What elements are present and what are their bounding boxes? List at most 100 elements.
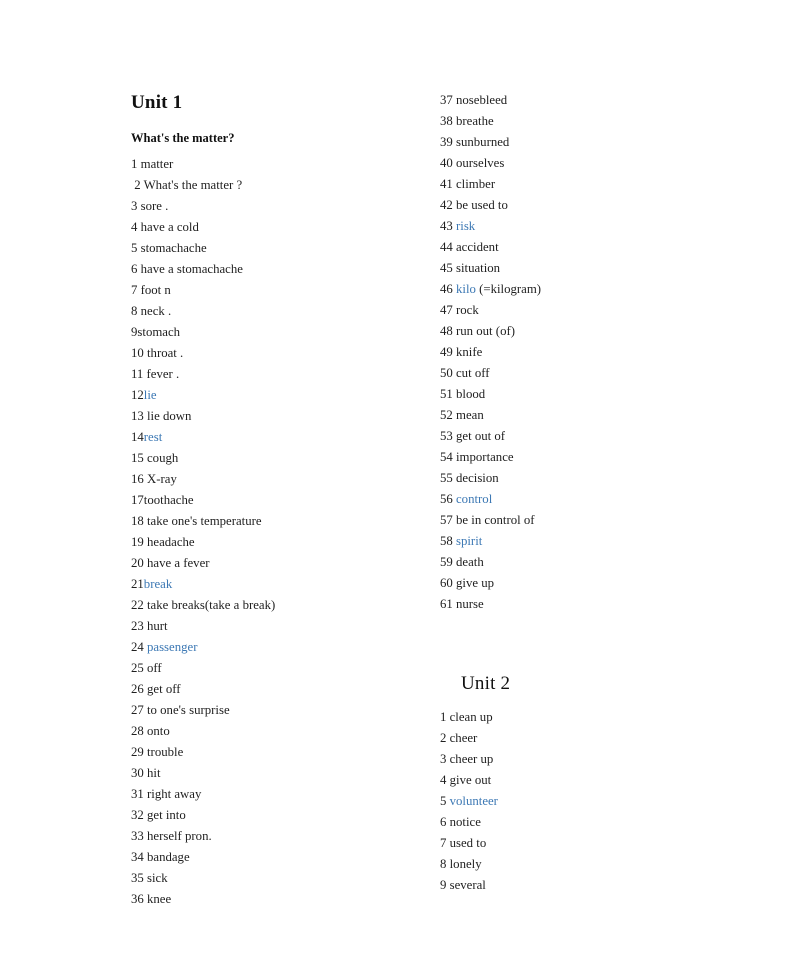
vocab-item-term: cheer	[449, 730, 478, 745]
vocab-item-term: neck .	[140, 303, 172, 318]
vocab-item: 20 have a fever	[131, 553, 431, 574]
vocab-item-number: 5	[131, 240, 141, 255]
unit-1-title: Unit 1	[131, 92, 183, 113]
vocab-item-term: rest	[143, 429, 163, 444]
vocab-item-term: several	[449, 877, 486, 892]
vocab-item-number: 29	[131, 744, 147, 759]
vocab-item-term: volunteer	[449, 793, 498, 808]
vocab-item: 9 several	[440, 875, 740, 896]
vocab-item: 7 used to	[440, 833, 740, 854]
vocab-item-number: 53	[440, 429, 456, 443]
vocab-item-number: 6	[131, 261, 141, 276]
vocab-item-number: 31	[131, 786, 147, 801]
vocab-item-term: run out (of)	[456, 324, 515, 338]
vocab-item: 12lie	[131, 385, 431, 406]
vocab-item-number: 9	[440, 877, 450, 892]
vocab-item-term: get off	[147, 681, 181, 696]
vocab-item-term: cough	[147, 450, 179, 465]
vocab-item: 52 mean	[440, 405, 740, 426]
vocab-item-term: lie	[143, 387, 157, 402]
vocab-item: 1 clean up	[440, 707, 740, 728]
vocab-item-number: 52	[440, 408, 456, 422]
vocab-item-number: 26	[131, 681, 147, 696]
vocab-item-number: 7	[440, 835, 450, 850]
vocab-item: 30 hit	[131, 763, 431, 784]
vocab-item-number: 49	[440, 345, 456, 359]
vocab-item-number: 27	[131, 702, 147, 717]
vocab-item-number: 28	[131, 723, 147, 738]
vocab-item: 4 give out	[440, 770, 740, 791]
vocab-item-term: cheer up	[449, 751, 494, 766]
left-column: Unit 1 What's the matter? 1 matter 2 Wha…	[131, 92, 431, 910]
vocab-item-number: 37	[440, 93, 456, 107]
vocab-item-number: 3	[440, 751, 450, 766]
vocab-item-number: 2	[131, 177, 144, 192]
vocab-item-term: onto	[147, 723, 170, 738]
vocab-item-term: take breaks(take a break)	[147, 597, 276, 612]
vocab-item-term: to one's surprise	[147, 702, 230, 717]
vocab-item-term: get out of	[456, 429, 506, 443]
right-column: 37 nosebleed 38 breathe 39 sunburned 40 our…	[440, 90, 740, 896]
vocab-item: 36 knee	[131, 889, 431, 910]
vocab-item-term: spirit	[456, 534, 483, 548]
vocab-item: 50 cut off	[440, 363, 740, 384]
vocab-item: 47 rock	[440, 300, 740, 321]
vocab-item-term: situation	[456, 261, 501, 275]
vocab-item-term: breathe	[456, 114, 494, 128]
vocab-item: 3 cheer up	[440, 749, 740, 770]
vocab-item-number: 39	[440, 135, 456, 149]
vocab-item: 14rest	[131, 427, 431, 448]
vocab-item: 40 ourselves	[440, 153, 740, 174]
vocab-item: 48 run out (of)	[440, 321, 740, 342]
vocab-item: 60 give up	[440, 573, 740, 594]
vocab-item: 32 get into	[131, 805, 431, 826]
vocab-item: 55 decision	[440, 468, 740, 489]
vocab-item-number: 17	[131, 492, 144, 507]
vocab-item: 8 neck .	[131, 301, 431, 322]
vocab-item-number: 14	[131, 429, 144, 444]
vocab-item: 59 death	[440, 552, 740, 573]
vocab-item-number: 46	[440, 282, 456, 296]
vocab-item-number: 43	[440, 219, 456, 233]
vocab-item-number: 13	[131, 408, 147, 423]
vocab-item: 57 be in control of	[440, 510, 740, 531]
vocab-item-term: rock	[456, 303, 479, 317]
vocab-item: 19 headache	[131, 532, 431, 553]
document-page: Unit 1 What's the matter? 1 matter 2 Wha…	[0, 0, 800, 977]
vocab-item-number: 16	[131, 471, 147, 486]
vocab-item: 21break	[131, 574, 431, 595]
vocab-item-number: 36	[131, 891, 147, 906]
vocab-item: 42 be used to	[440, 195, 740, 216]
vocab-item: 41 climber	[440, 174, 740, 195]
vocab-item-number: 47	[440, 303, 456, 317]
vocab-item-number: 50	[440, 366, 456, 380]
vocab-item-number: 5	[440, 793, 450, 808]
vocab-item-number: 38	[440, 114, 456, 128]
vocab-item: 2 cheer	[440, 728, 740, 749]
vocab-item: 15 cough	[131, 448, 431, 469]
vocab-item: 17toothache	[131, 490, 431, 511]
vocab-item-term: nurse	[456, 597, 484, 611]
vocab-item-number: 30	[131, 765, 147, 780]
column-spacer	[440, 615, 740, 673]
vocab-item-term: break	[143, 576, 173, 591]
vocab-item: 53 get out of	[440, 426, 740, 447]
vocab-item: 61 nurse	[440, 594, 740, 615]
vocab-item-term: stomach	[137, 324, 181, 339]
vocab-item: 6 have a stomachache	[131, 259, 431, 280]
vocab-item-note: (=kilogram)	[475, 282, 542, 296]
unit-2-vocab-list: 1 clean up 2 cheer 3 cheer up 4 give out 5 v…	[440, 707, 740, 896]
vocab-item: 44 accident	[440, 237, 740, 258]
vocab-item: 49 knife	[440, 342, 740, 363]
vocab-item: 23 hurt	[131, 616, 431, 637]
vocab-item: 4 have a cold	[131, 217, 431, 238]
vocab-item-term: death	[456, 555, 484, 569]
vocab-item-term: stomachache	[140, 240, 207, 255]
vocab-item-term: accident	[456, 240, 499, 254]
vocab-item-term: right away	[147, 786, 202, 801]
vocab-item-number: 6	[440, 814, 450, 829]
vocab-item-term: lie down	[147, 408, 192, 423]
vocab-item: 1 matter	[131, 154, 431, 175]
vocab-item-term: be used to	[456, 198, 508, 212]
vocab-item-term: mean	[456, 408, 484, 422]
